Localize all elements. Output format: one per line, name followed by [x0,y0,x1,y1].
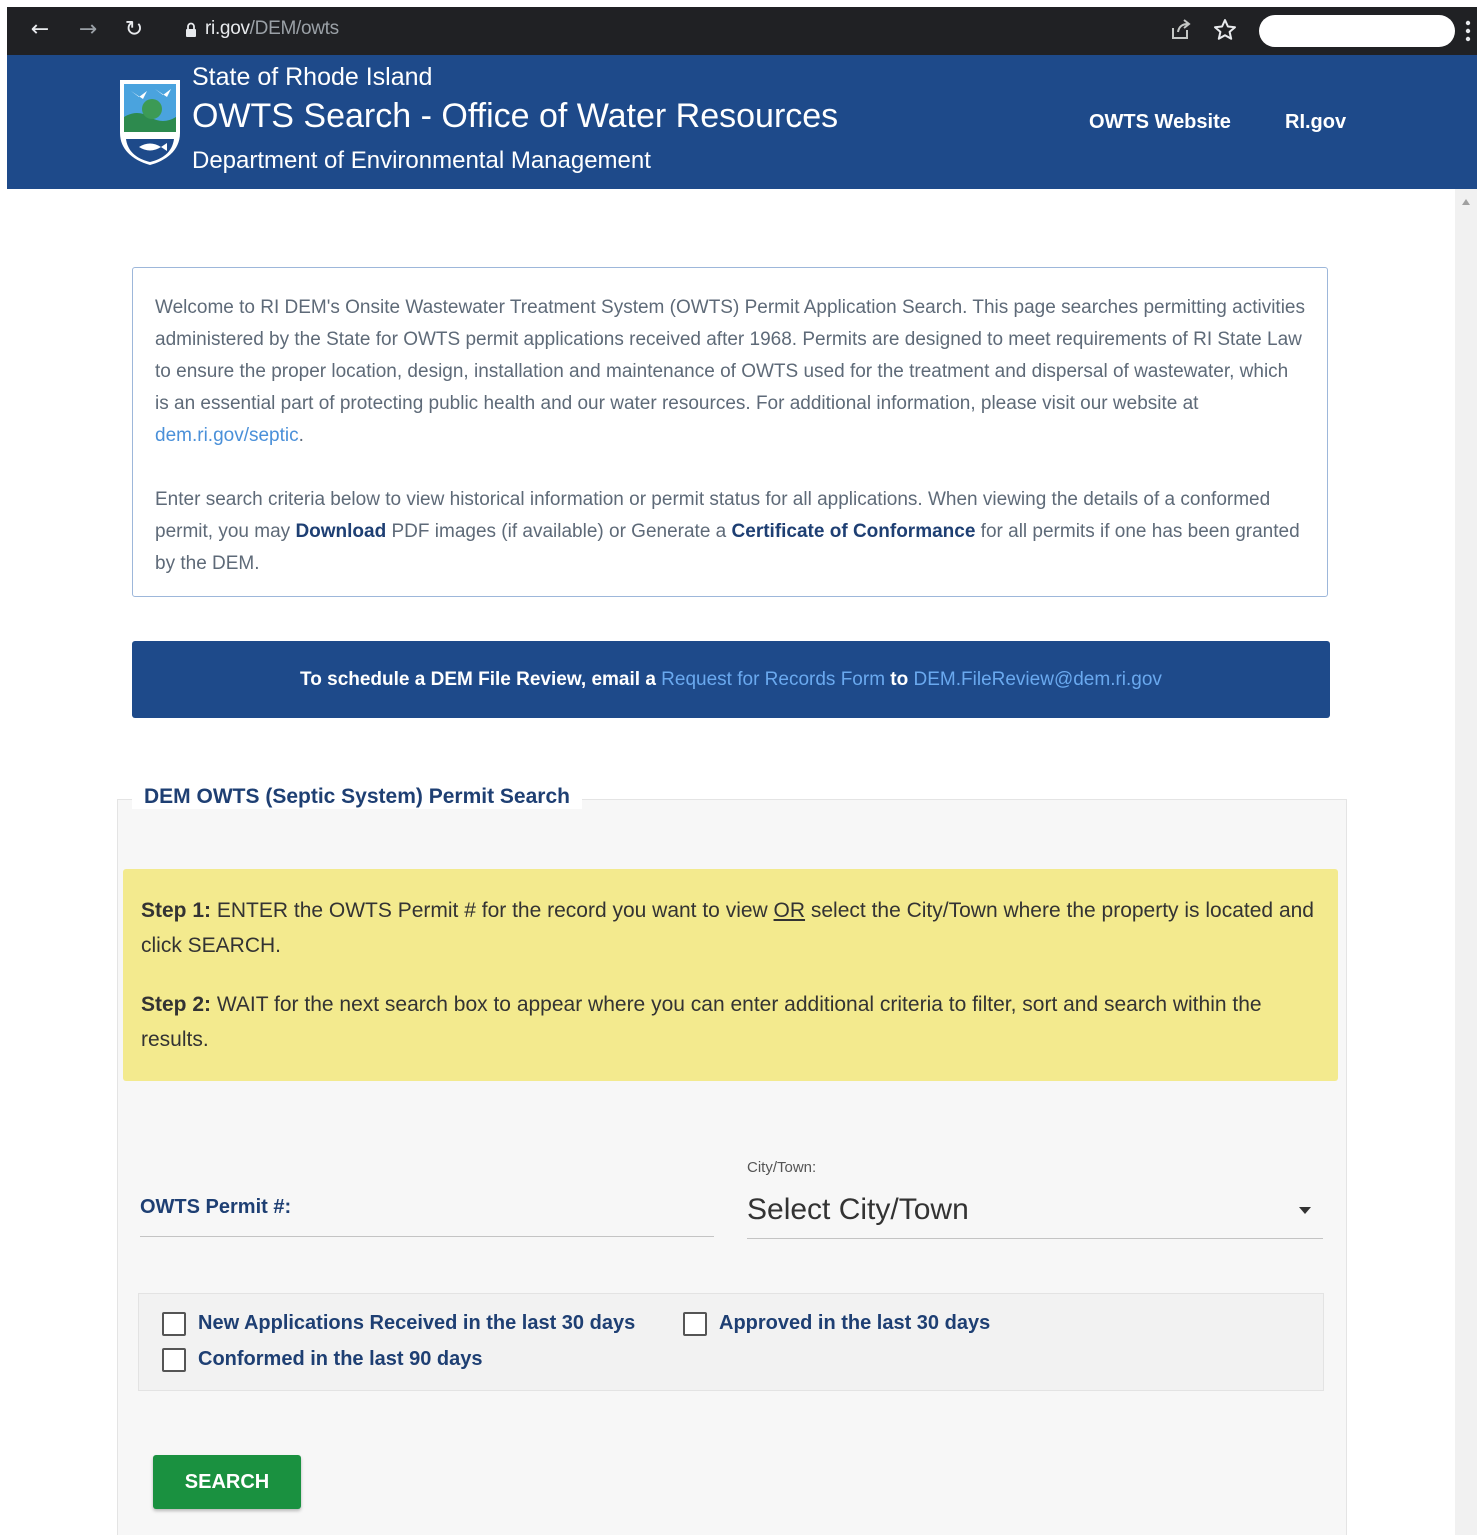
download-term: Download [295,521,387,542]
city-town-select[interactable]: Select City/Town [747,1185,1323,1239]
department-name: Department of Environmental Management [192,147,651,174]
certificate-term: Certificate of Conformance [731,521,976,542]
site-header: State of Rhode Island OWTS Search - Offi… [7,55,1477,189]
instructions-box: Step 1: ENTER the OWTS Permit # for the … [123,869,1338,1081]
ri-dem-logo [120,80,180,165]
intro-text-end: . [298,425,304,446]
or-emphasis: OR [773,899,806,922]
chevron-down-icon [1299,1207,1311,1214]
search-button[interactable]: SEARCH [153,1455,301,1509]
profile-button[interactable] [1259,15,1455,47]
page-scrollbar[interactable] [1455,189,1477,1535]
step-2-instruction: Step 2: WAIT for the next search box to … [141,987,1320,1057]
step-1-instruction: Step 1: ENTER the OWTS Permit # for the … [141,893,1320,963]
permit-search-heading: DEM OWTS (Septic System) Permit Search [132,785,582,809]
step-text: ENTER the OWTS Permit # for the record y… [211,899,774,922]
step-2-label: Step 2: [141,993,212,1016]
address-bar[interactable]: ri.gov/DEM/owts [205,18,339,40]
intro-panel: Welcome to RI DEM's Onsite Wastewater Tr… [132,267,1328,597]
reload-icon[interactable]: ↻ [119,15,149,45]
back-arrow-icon[interactable]: ← [25,15,55,45]
browser-window: ← → ↻ ri.gov/DEM/owts State of Rhode Isl… [7,7,1477,1535]
date-filters-panel [138,1293,1324,1391]
step-text: WAIT for the next search box to appear w… [141,993,1262,1051]
new-applications-label[interactable]: New Applications Received in the last 30… [198,1312,635,1335]
intro-text: Welcome to RI DEM's Onsite Wastewater Tr… [155,297,1306,414]
approved-30-days-label[interactable]: Approved in the last 30 days [719,1312,990,1335]
permit-number-input[interactable] [140,1187,714,1237]
ri-gov-link[interactable]: RI.gov [1285,111,1346,134]
new-applications-checkbox[interactable] [162,1312,186,1336]
browser-menu-icon[interactable] [1465,19,1471,43]
intro-paragraph-2: Enter search criteria below to view hist… [155,484,1305,580]
conformed-90-days-checkbox[interactable] [162,1348,186,1372]
city-town-selected-value: Select City/Town [747,1193,969,1226]
banner-text: to [885,669,914,690]
browser-toolbar: ← → ↻ ri.gov/DEM/owts [7,7,1477,55]
lock-icon [186,22,196,37]
file-review-email-link[interactable]: DEM.FileReview@dem.ri.gov [914,669,1162,690]
share-icon[interactable] [1167,16,1195,44]
scroll-up-arrow-icon[interactable] [1462,199,1470,205]
bookmark-star-icon[interactable] [1211,16,1239,44]
file-review-banner: To schedule a DEM File Review, email a R… [132,641,1330,718]
intro-text: PDF images (if available) or Generate a [386,521,732,542]
step-1-label: Step 1: [141,899,212,922]
banner-text: To schedule a DEM File Review, email a [300,669,662,690]
request-records-form-link[interactable]: Request for Records Form [661,669,885,690]
url-path: /DEM/owts [249,18,339,39]
forward-arrow-icon[interactable]: → [73,15,103,45]
approved-30-days-checkbox[interactable] [683,1312,707,1336]
city-town-label: City/Town: [747,1159,817,1176]
state-name: State of Rhode Island [192,63,433,91]
page-title: OWTS Search - Office of Water Resources [192,97,839,135]
url-domain: ri.gov [205,18,250,39]
intro-paragraph-1: Welcome to RI DEM's Onsite Wastewater Tr… [155,292,1305,452]
owts-website-link[interactable]: OWTS Website [1089,111,1231,134]
conformed-90-days-label[interactable]: Conformed in the last 90 days [198,1348,483,1371]
septic-website-link[interactable]: dem.ri.gov/septic [155,425,299,446]
